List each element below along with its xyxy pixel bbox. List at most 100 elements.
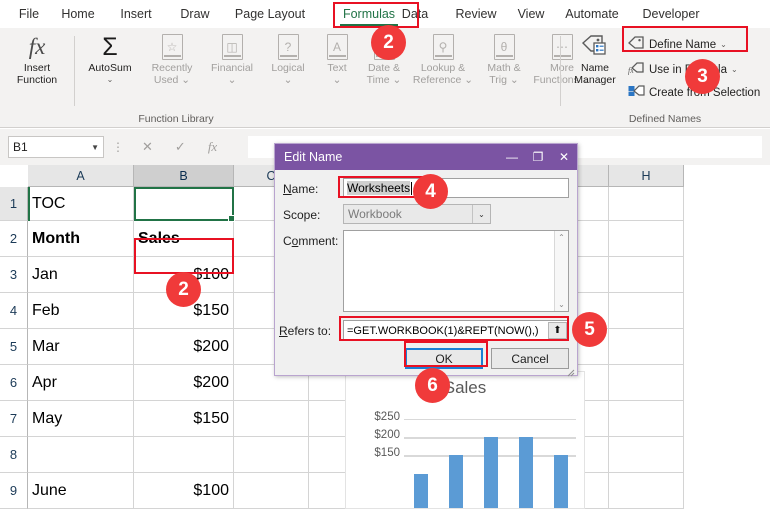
cell-C7[interactable] (234, 401, 309, 437)
math-trig-button[interactable]: θ Math & Trig ⌄ (478, 32, 530, 86)
resize-grip[interactable] (565, 364, 575, 377)
scroll-up-icon[interactable]: ⌃ (558, 233, 565, 242)
formula-bar-grip[interactable]: ⋮ (112, 140, 124, 154)
row-header-4[interactable]: 4 (0, 293, 28, 329)
bar-Feb[interactable] (449, 455, 464, 508)
tab-insert[interactable]: Insert (112, 0, 160, 28)
scroll-down-icon[interactable]: ⌄ (558, 300, 565, 309)
cell-H9[interactable] (609, 473, 684, 509)
sales-chart[interactable]: Sales $250 $200 $150 (345, 371, 585, 509)
row-header-7[interactable]: 7 (0, 401, 28, 437)
bar-Apr[interactable] (518, 437, 533, 508)
cell-A7[interactable]: May (28, 401, 134, 437)
comment-scrollbar[interactable]: ⌃ ⌄ (554, 231, 568, 311)
name-box-chevron-icon[interactable]: ▼ (91, 143, 99, 152)
tab-home[interactable]: Home (54, 0, 102, 28)
fx-icon-formula-bar[interactable]: fx (208, 139, 217, 155)
tab-automate[interactable]: Automate (558, 0, 626, 28)
comment-textarea[interactable]: ⌃ ⌄ (343, 230, 569, 312)
ok-button[interactable]: OK (405, 348, 483, 369)
bar-Mar[interactable] (484, 437, 498, 508)
cell-A1[interactable]: TOC (28, 187, 134, 221)
recently-used-button[interactable]: ☆ Recently Used ⌄ (142, 32, 202, 86)
cell-A8[interactable] (28, 437, 134, 473)
cell-b1-active[interactable] (134, 187, 235, 222)
close-icon[interactable]: ✕ (551, 144, 577, 170)
dialog-title-bar[interactable]: Edit Name — ❐ ✕ (275, 144, 577, 170)
tab-data[interactable]: Data (394, 0, 436, 28)
row-header-1[interactable]: 1 (0, 187, 28, 221)
bar-Jan[interactable] (414, 473, 429, 508)
recently-used-label-2: Used ⌄ (153, 74, 191, 86)
maximize-icon[interactable]: ❐ (525, 144, 551, 170)
cell-A5[interactable]: Mar (28, 329, 134, 365)
text-button[interactable]: A Text ⌄ (316, 32, 358, 86)
tab-label: Page Layout (234, 7, 306, 21)
define-name-button[interactable]: Define Name ⌄ (628, 36, 727, 53)
cell-A9[interactable]: June (28, 473, 134, 509)
cell-A4[interactable]: Feb (28, 293, 134, 329)
define-name-chevron-icon[interactable]: ⌄ (720, 40, 727, 49)
cell-A2[interactable]: Month (28, 221, 134, 257)
cell-H5[interactable] (609, 329, 684, 365)
row-header-6[interactable]: 6 (0, 365, 28, 401)
cell-H3[interactable] (609, 257, 684, 293)
row-header-5[interactable]: 5 (0, 329, 28, 365)
scope-dropdown[interactable]: Workbook ⌄ (343, 204, 491, 224)
name-box[interactable]: B1 ▼ (8, 136, 104, 158)
cell-B2[interactable]: Sales (134, 221, 234, 257)
autosum-button[interactable]: Σ AutoSum ⌄ (82, 32, 138, 86)
minimize-icon[interactable]: — (499, 144, 525, 170)
cancel-icon[interactable]: ✕ (142, 139, 153, 155)
row-header-3[interactable]: 3 (0, 257, 28, 293)
tab-review[interactable]: Review (448, 0, 504, 28)
column-header-B[interactable]: B (134, 165, 234, 187)
cell-C8[interactable] (234, 437, 309, 473)
cell-C9[interactable] (234, 473, 309, 509)
confirm-icon[interactable]: ✓ (175, 139, 186, 155)
lookup-reference-button[interactable]: ⚲ Lookup & Reference ⌄ (410, 32, 476, 86)
tab-page-layout[interactable]: Page Layout (228, 0, 312, 28)
cancel-button[interactable]: Cancel (491, 348, 569, 369)
question-icon: ? (277, 32, 299, 62)
y-axis-label-0: $250 (374, 410, 400, 423)
row-header-2[interactable]: 2 (0, 221, 28, 257)
logical-button[interactable]: ? Logical ⌄ (262, 32, 314, 86)
financial-button[interactable]: ◫ Financial ⌄ (204, 32, 260, 86)
ok-label: OK (435, 351, 453, 366)
cell-H1[interactable] (609, 187, 684, 221)
cell-B6[interactable]: $200 (134, 365, 234, 401)
name-manager-button[interactable]: Name Manager (566, 32, 624, 86)
cell-H2[interactable] (609, 221, 684, 257)
name-field[interactable]: Worksheets (343, 178, 569, 198)
tab-label: Developer (642, 7, 700, 21)
cell-H4[interactable] (609, 293, 684, 329)
autosum-chevron-icon[interactable]: ⌄ (107, 74, 114, 86)
cell-H8[interactable] (609, 437, 684, 473)
refers-to-field[interactable]: =GET.WORKBOOK(1)&REPT(NOW(),) ⬆ (343, 320, 569, 341)
cell-B7[interactable]: $150 (134, 401, 234, 437)
collapse-dialog-icon[interactable]: ⬆ (548, 322, 567, 339)
insert-function-button[interactable]: fx Insert Function (6, 32, 68, 86)
bar-May[interactable] (553, 455, 568, 508)
use-in-formula-chevron-icon[interactable]: ⌄ (731, 65, 738, 74)
column-header-A[interactable]: A (28, 165, 134, 187)
cell-A6[interactable]: Apr (28, 365, 134, 401)
a1-selection-edge (28, 187, 30, 221)
cell-B8[interactable] (134, 437, 234, 473)
cell-B5[interactable]: $200 (134, 329, 234, 365)
tab-view[interactable]: View (510, 0, 552, 28)
tab-file[interactable]: File (12, 0, 46, 28)
cell-A3[interactable]: Jan (28, 257, 134, 293)
row-header-8[interactable]: 8 (0, 437, 28, 473)
column-header-H[interactable]: H (609, 165, 684, 187)
tab-label: Automate (565, 7, 619, 21)
use-in-formula-button[interactable]: fx Use in Formula ⌄ (628, 61, 738, 78)
row-header-9[interactable]: 9 (0, 473, 28, 509)
cell-H7[interactable] (609, 401, 684, 437)
cell-B9[interactable]: $100 (134, 473, 234, 509)
chevron-down-icon[interactable]: ⌄ (472, 205, 490, 223)
cell-H6[interactable] (609, 365, 684, 401)
tab-draw[interactable]: Draw (172, 0, 218, 28)
tab-developer[interactable]: Developer (634, 0, 708, 28)
